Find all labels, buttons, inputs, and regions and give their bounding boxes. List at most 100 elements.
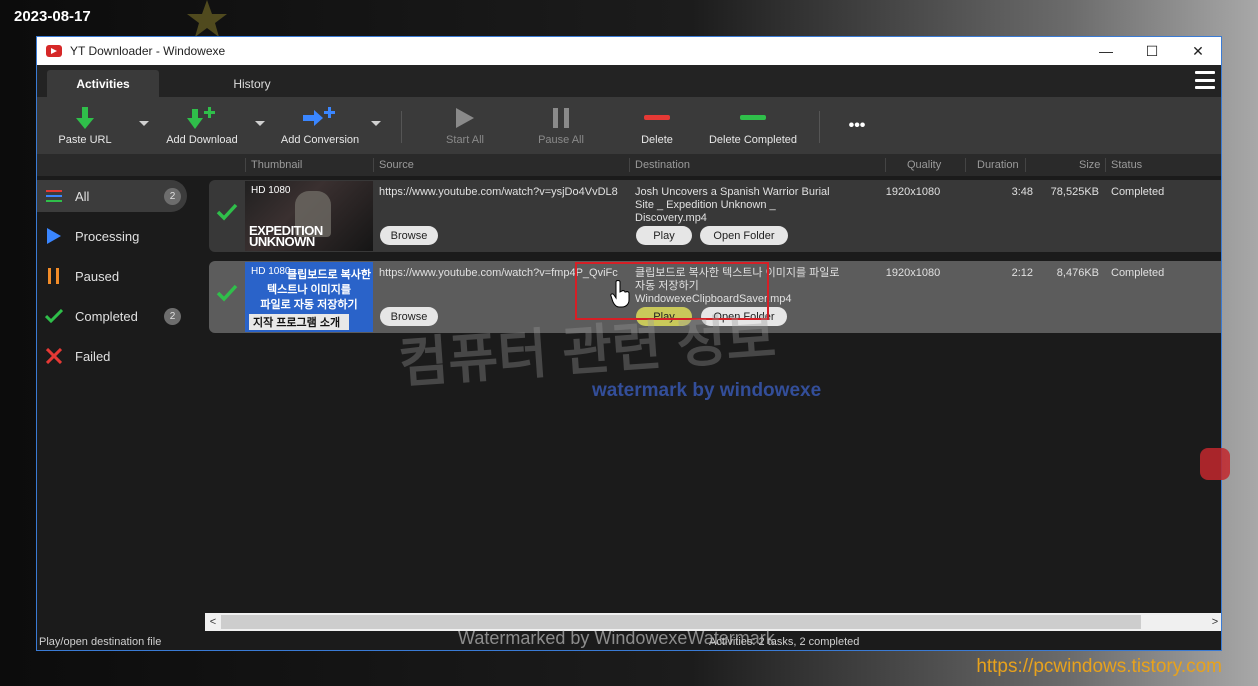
status-hint: Play/open destination file <box>39 636 162 648</box>
maximize-button[interactable]: ☐ <box>1129 37 1175 65</box>
window-title: YT Downloader - Windowexe <box>70 44 226 58</box>
app-window: YT Downloader - Windowexe — ☐ ✕ Activiti… <box>36 36 1222 651</box>
column-header: Thumbnail Source Destination Quality Dur… <box>37 154 1221 176</box>
delete-completed-label: Delete Completed <box>708 134 798 146</box>
sidebar-item-label: All <box>75 188 90 204</box>
add-download-button[interactable]: Add Download <box>161 97 243 154</box>
toolbar-separator <box>819 111 820 143</box>
thumbnail-text-line: 텍스트나 이미지를 <box>266 284 351 296</box>
start-all-label: Start All <box>446 134 484 146</box>
menu-icon[interactable] <box>1195 71 1215 89</box>
add-download-icon <box>187 105 217 131</box>
destination-file: Josh Uncovers a Spanish Warrior Burial S… <box>635 186 830 224</box>
pause-all-button[interactable]: Pause All <box>531 97 591 154</box>
sidebar-item-label: Completed <box>75 308 138 324</box>
col-destination[interactable]: Destination <box>635 159 690 171</box>
x-red-icon <box>45 347 63 365</box>
title-bar[interactable]: YT Downloader - Windowexe — ☐ ✕ <box>37 37 1221 65</box>
toolbar-separator <box>401 111 402 143</box>
paste-url-label: Paste URL <box>58 134 112 146</box>
sidebar-item-failed[interactable]: Failed <box>37 340 187 372</box>
site-url-watermark: https://pcwindows.tistory.com <box>976 656 1222 677</box>
count-badge: 2 <box>164 187 181 205</box>
sidebar-item-processing[interactable]: Processing <box>37 220 187 252</box>
play-icon <box>456 105 474 131</box>
app-logo-icon <box>1200 448 1230 480</box>
annotation-highlight-box <box>575 262 769 320</box>
col-size[interactable]: Size <box>1079 159 1100 171</box>
horizontal-scrollbar[interactable]: < > <box>205 613 1221 631</box>
size-value: 8,476KB <box>1056 267 1099 279</box>
status-value: Completed <box>1111 186 1165 198</box>
col-duration[interactable]: Duration <box>977 159 1019 171</box>
quality-value: 1920x1080 <box>885 186 941 198</box>
source-url: https://www.youtube.com/watch?v=ysjDo4Vv… <box>379 186 618 198</box>
add-download-dropdown-icon[interactable] <box>255 121 265 126</box>
sidebar-item-label: Paused <box>75 268 120 284</box>
duration-value: 3:48 <box>1011 186 1033 198</box>
status-bar: Play/open destination file Activities: 2… <box>37 633 1221 650</box>
close-button[interactable]: ✕ <box>1175 37 1221 65</box>
minus-red-icon <box>644 105 670 131</box>
col-source[interactable]: Source <box>379 159 414 171</box>
delete-completed-button[interactable]: Delete Completed <box>703 97 803 154</box>
list-icon <box>45 187 63 205</box>
scroll-right-icon[interactable]: > <box>1207 616 1221 628</box>
size-value: 78,525KB <box>1050 186 1099 198</box>
add-download-label: Add Download <box>166 134 238 146</box>
paste-url-button[interactable]: Paste URL <box>49 97 121 154</box>
sidebar-item-completed[interactable]: Completed 2 <box>37 300 187 332</box>
sidebar: All 2 Processing Paused Completed 2 Fail… <box>37 176 197 634</box>
add-conversion-label: Add Conversion <box>280 134 360 146</box>
toolbar: Paste URL Add Download Add Conversion St… <box>37 97 1221 154</box>
video-thumbnail[interactable]: HD 1080 EXPEDITION UNKNOWN <box>245 181 373 251</box>
play-blue-icon <box>45 227 63 245</box>
tab-history[interactable]: History <box>197 70 307 97</box>
sidebar-item-paused[interactable]: Paused <box>37 260 187 292</box>
browse-button[interactable]: Browse <box>380 226 438 245</box>
thumbnail-text-line: 지작 프로그램 소개 <box>249 314 349 330</box>
add-conversion-button[interactable]: Add Conversion <box>275 97 365 154</box>
thumbnail-text-line: 파일로 자동 저장하기 <box>260 299 358 311</box>
play-button[interactable]: Play <box>636 226 692 245</box>
col-quality[interactable]: Quality <box>907 159 941 171</box>
sidebar-item-all[interactable]: All 2 <box>37 180 187 212</box>
col-thumbnail[interactable]: Thumbnail <box>251 159 302 171</box>
scrollbar-thumb[interactable] <box>221 615 1141 629</box>
pause-orange-icon <box>45 267 63 285</box>
col-status[interactable]: Status <box>1111 159 1142 171</box>
scroll-left-icon[interactable]: < <box>205 616 221 628</box>
status-value: Completed <box>1111 267 1165 279</box>
thumbnail-quality: HD 1080 <box>251 185 291 196</box>
thumbnail-text-line: 클립보드로 복사한 <box>286 269 371 281</box>
download-arrow-icon <box>76 105 94 131</box>
count-badge: 2 <box>164 307 181 325</box>
paste-url-dropdown-icon[interactable] <box>139 121 149 126</box>
browse-button[interactable]: Browse <box>380 307 438 326</box>
completed-check-icon <box>216 203 238 224</box>
completed-check-icon <box>216 284 238 305</box>
pause-icon <box>553 105 569 131</box>
status-summary: Activities: 2 tasks, 2 completed <box>709 636 860 648</box>
hand-cursor-icon <box>610 280 630 308</box>
pause-all-label: Pause All <box>538 134 584 146</box>
delete-label: Delete <box>641 134 673 146</box>
tab-activities[interactable]: Activities <box>47 70 159 97</box>
minus-green-icon <box>740 105 766 131</box>
delete-button[interactable]: Delete <box>627 97 687 154</box>
add-conversion-dropdown-icon[interactable] <box>371 121 381 126</box>
duration-value: 2:12 <box>1011 267 1033 279</box>
app-logo-icon <box>46 45 62 57</box>
thumbnail-title: EXPEDITION UNKNOWN <box>249 223 323 249</box>
start-all-button[interactable]: Start All <box>435 97 495 154</box>
more-options-button[interactable]: ••• <box>833 97 881 154</box>
minimize-button[interactable]: — <box>1083 37 1129 65</box>
video-thumbnail[interactable]: HD 1080 클립보드로 복사한 텍스트나 이미지를 파일로 자동 저장하기 … <box>245 262 373 332</box>
sidebar-item-label: Processing <box>75 228 140 244</box>
tab-bar: Activities History <box>37 65 1221 97</box>
add-conversion-icon <box>303 105 337 131</box>
checkmark-green-icon <box>45 307 63 325</box>
table-row[interactable]: HD 1080 EXPEDITION UNKNOWN https://www.y… <box>209 180 1221 252</box>
open-folder-button[interactable]: Open Folder <box>700 226 788 245</box>
main-content: All 2 Processing Paused Completed 2 Fail… <box>37 176 1221 634</box>
